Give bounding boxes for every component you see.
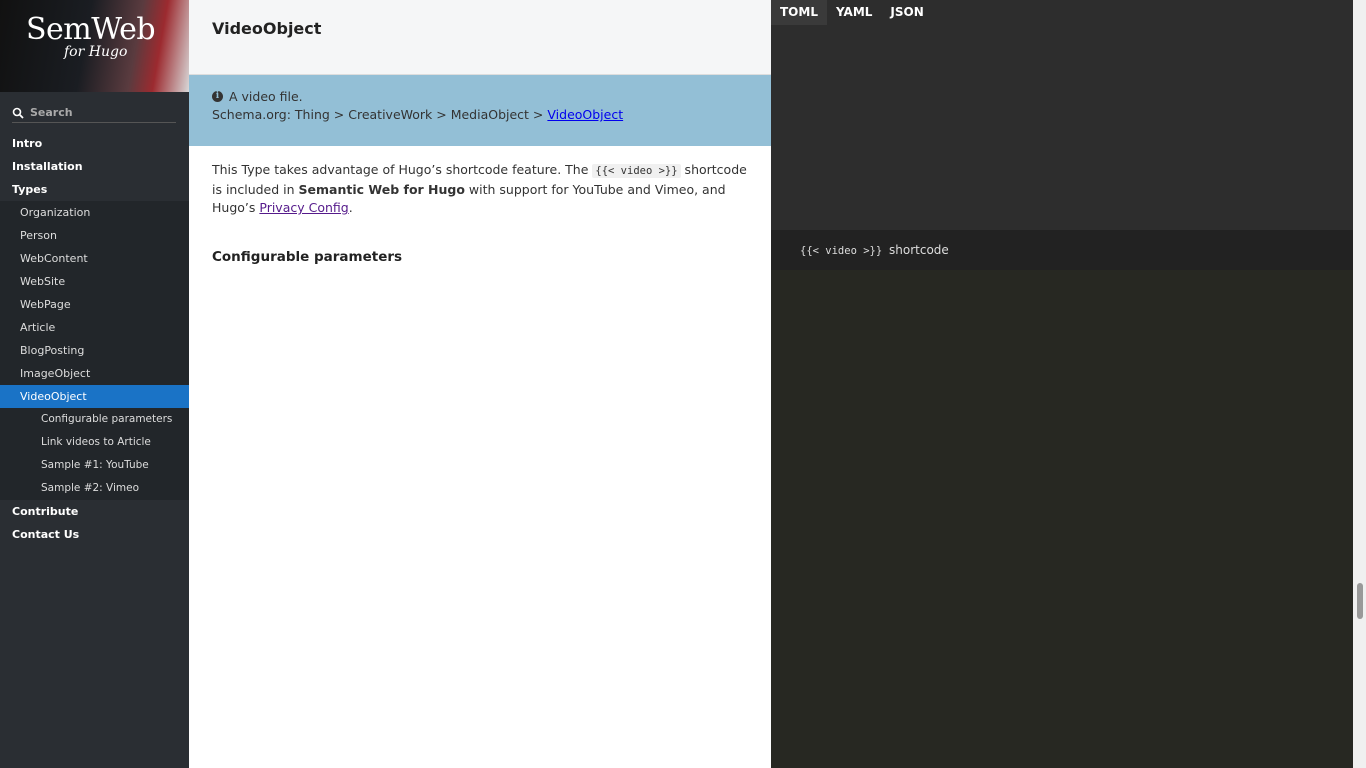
logo-title: SemWeb [26,12,156,47]
search-input[interactable] [30,106,170,119]
site-logo[interactable]: SemWeb for Hugo [0,0,189,92]
shortcode-code: {{< video >}} [800,245,883,257]
sidebar-item-website[interactable]: WebSite [0,270,189,293]
sidebar-item-article[interactable]: Article [0,316,189,339]
sidebar-item-configurable-parameters[interactable]: Configurable parameters [0,408,189,431]
intro-text: . [348,200,353,215]
sidebar-item-types[interactable]: Types [0,178,189,201]
sidebar-item-imageobject[interactable]: ImageObject [0,362,189,385]
scrollbar-thumb[interactable] [1357,583,1363,619]
sidebar-item-intro[interactable]: Intro [0,132,189,155]
main-content: VideoObject i A video file. Schema.org: … [189,0,771,768]
intro-bold: Semantic Web for Hugo [298,181,465,197]
sidebar-item-webpage[interactable]: WebPage [0,293,189,316]
sidebar-item-organization[interactable]: Organization [0,201,189,224]
sidebar-nav: Intro Installation Types Organization Pe… [0,132,189,546]
intro-text: This Type takes advantage of Hugo’s shor… [212,162,593,177]
tab-yaml[interactable]: YAML [827,0,881,25]
info-box: i A video file. Schema.org: Thing > Crea… [189,75,771,146]
sidebar-item-installation[interactable]: Installation [0,155,189,178]
sidebar-item-contact-us[interactable]: Contact Us [0,523,189,546]
sidebar-item-sample-vimeo[interactable]: Sample #2: Vimeo [0,477,189,500]
info-icon: i [212,90,223,102]
search-icon [12,107,24,119]
sidebar-item-webcontent[interactable]: WebContent [0,247,189,270]
intro-paragraph: This Type takes advantage of Hugo’s shor… [212,161,752,218]
sidebar-item-sample-youtube[interactable]: Sample #1: YouTube [0,454,189,477]
sidebar-item-contribute[interactable]: Contribute [0,500,189,523]
logo-subtitle: for Hugo [64,44,128,60]
scrollbar-track[interactable] [1353,0,1366,768]
sidebar-item-videoobject[interactable]: VideoObject [0,385,189,408]
sidebar-item-link-videos[interactable]: Link videos to Article [0,431,189,454]
format-tabs: TOML YAML JSON [771,0,933,25]
code-block [771,270,1353,768]
breadcrumb: Schema.org: Thing > CreativeWork > Media… [212,105,748,124]
search-box [12,103,176,123]
info-description: A video file. [229,88,303,104]
page-title: VideoObject [212,19,322,38]
code-panel: TOML YAML JSON {{< video >}} shortcode [771,0,1366,768]
tab-json[interactable]: JSON [881,0,932,25]
shortcode-header: {{< video >}} shortcode [771,230,1353,270]
params-heading: Configurable parameters [212,249,403,265]
intro-code: {{< video >}} [592,164,681,178]
sidebar-item-person[interactable]: Person [0,224,189,247]
privacy-config-link[interactable]: Privacy Config [259,200,348,215]
shortcode-label: shortcode [885,243,949,257]
sidebar-item-blogposting[interactable]: BlogPosting [0,339,189,362]
sidebar: SemWeb for Hugo Intro Installation Types… [0,0,189,768]
tab-toml[interactable]: TOML [771,0,827,25]
breadcrumb-text: Schema.org: Thing > CreativeWork > Media… [212,107,548,122]
breadcrumb-link-videoobject[interactable]: VideoObject [547,107,623,122]
